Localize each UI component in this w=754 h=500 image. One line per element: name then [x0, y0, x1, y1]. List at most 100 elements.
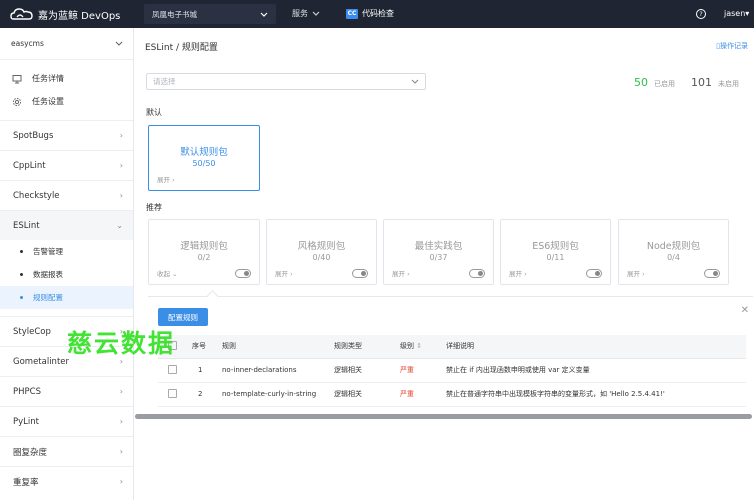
pack-count: 0/4	[667, 253, 680, 262]
chevron-down-icon	[260, 12, 268, 17]
enabled-stat: 50 已启用	[634, 76, 675, 89]
collapse-link[interactable]: 收起 ⌄	[157, 268, 178, 278]
recommend-section-title: 推荐	[146, 203, 162, 212]
table-header-row: 序号 规则 规则类型 级别 ⇕ 详细说明	[158, 335, 746, 359]
sidebar-group-spotbugs[interactable]: SpotBugs ›	[0, 120, 133, 150]
pack-count: 50/50	[192, 159, 216, 168]
sidebar-project-select[interactable]: easycms	[0, 28, 133, 60]
table-row: 1 no-inner-declarations 逻辑相关 严重 禁止在 if 内…	[158, 358, 746, 383]
rule-detail-panel: 配置规则 ✕ 序号 规则 规则类型 级别 ⇕ 详细说明 1 no-inner-d…	[148, 290, 753, 410]
gear-icon	[12, 97, 22, 107]
expand-label: 展开	[275, 270, 291, 278]
expand-link[interactable]: 展开 ›	[509, 268, 527, 278]
pack-toggle[interactable]	[586, 269, 602, 278]
rule-pack-card-logic[interactable]: 逻辑规则包 0/2 收起 ⌄	[148, 219, 260, 285]
expand-link[interactable]: 展开 ›	[392, 268, 410, 278]
sidebar: easycms 任务详情 任务设置 SpotBugs › CppLint › Che…	[0, 28, 134, 500]
bullet-icon	[20, 250, 23, 253]
scrollbar-thumb[interactable]	[135, 414, 752, 419]
sidebar-group-checkstyle[interactable]: Checkstyle ›	[0, 180, 133, 210]
pack-count: 0/37	[429, 253, 448, 262]
row-checkbox-cell	[158, 358, 192, 383]
sidebar-item-task-detail[interactable]: 任务详情	[0, 67, 133, 90]
rule-pack-card-es6[interactable]: ES6规则包 0/11 展开 ›	[500, 219, 611, 285]
project-name: 凤凰电子书城	[152, 9, 197, 19]
horizontal-scrollbar[interactable]	[135, 414, 752, 419]
sidebar-group-cpplint[interactable]: CppLint ›	[0, 150, 133, 180]
pack-toggle[interactable]	[704, 269, 720, 278]
cell-description: 禁止在普通字符串中出现模板字符串的变量形式，如 'Hello 2.5.4.41!…	[446, 382, 746, 407]
sidebar-item-label: 规则配置	[33, 293, 63, 302]
row-checkbox[interactable]	[168, 364, 177, 374]
sidebar-item-label: 数据报表	[33, 270, 63, 279]
cell-rule: no-inner-declarations	[222, 358, 334, 383]
group-label: CppLint	[13, 160, 46, 171]
group-label: 重复率	[13, 477, 39, 488]
chevron-right-icon: ›	[642, 270, 645, 278]
pack-name: ES6规则包	[532, 241, 579, 252]
default-section-title: 默认	[146, 108, 162, 117]
group-label: Gometalinter	[13, 356, 70, 367]
col-level[interactable]: 级别 ⇕	[400, 335, 446, 359]
chevron-right-icon: ›	[119, 161, 123, 170]
chevron-down-icon	[411, 79, 419, 84]
sidebar-item-label: 任务设置	[32, 97, 64, 106]
sort-icon: ⇕	[416, 342, 423, 351]
collapse-label: 收起	[157, 270, 170, 278]
sidebar-group-phpcs[interactable]: PHPCS ›	[0, 376, 133, 406]
group-label: Checkstyle	[13, 190, 60, 201]
chevron-right-icon: ›	[119, 417, 123, 426]
expand-link[interactable]: 展开 ›	[627, 268, 645, 278]
chevron-down-icon	[312, 11, 320, 16]
sidebar-item-label: 告警管理	[33, 247, 63, 256]
group-label: PHPCS	[13, 386, 41, 397]
sidebar-group-pylint[interactable]: PyLint ›	[0, 406, 133, 436]
cell-rule-type: 逻辑相关	[334, 382, 400, 407]
service-label: 服务	[292, 9, 308, 18]
expand-link[interactable]: 展开 ›	[275, 268, 293, 278]
pack-count: 0/11	[546, 253, 565, 262]
sidebar-item-task-settings[interactable]: 任务设置	[0, 90, 133, 113]
sidebar-group-duplication[interactable]: 重复率 ›	[0, 466, 133, 496]
rule-pack-card-node[interactable]: Node规则包 0/4 展开 ›	[618, 219, 729, 285]
operation-log-link[interactable]: ▯操作记录	[716, 41, 748, 51]
pack-toggle[interactable]	[352, 269, 368, 278]
col-description: 详细说明	[446, 335, 746, 359]
close-icon[interactable]: ✕	[741, 305, 749, 316]
logo[interactable]: 嘉为蓝鲸 DevOps	[10, 6, 120, 22]
cell-rule: no-template-curly-in-string	[222, 382, 334, 407]
help-icon[interactable]: ?	[696, 9, 706, 19]
chevron-right-icon: ›	[172, 176, 175, 184]
username: jasen	[724, 9, 746, 18]
sidebar-item-alerts[interactable]: 告警管理	[0, 240, 133, 263]
table-row: 2 no-template-curly-in-string 逻辑相关 严重 禁止…	[158, 382, 746, 407]
col-level-label: 级别	[400, 342, 414, 351]
cell-description: 禁止在 if 内出现函数申明或使用 var 定义变量	[446, 358, 746, 383]
chevron-right-icon: ›	[407, 270, 410, 278]
rule-pack-card-style[interactable]: 风格规则包 0/40 展开 ›	[266, 219, 377, 285]
service-menu[interactable]: 服务	[292, 8, 320, 19]
sidebar-item-rule-config[interactable]: 规则配置	[0, 286, 133, 309]
chevron-down-icon	[115, 41, 123, 46]
sidebar-group-complexity[interactable]: 圈复杂度 ›	[0, 436, 133, 466]
pack-count: 0/2	[197, 253, 211, 262]
group-label: 圈复杂度	[13, 447, 48, 458]
pack-name: Node规则包	[646, 241, 701, 252]
watermark: 慈云数据	[67, 329, 176, 358]
group-label: ESLint	[13, 220, 40, 231]
row-checkbox[interactable]	[168, 388, 177, 398]
rules-table: 序号 规则 规则类型 级别 ⇕ 详细说明 1 no-inner-declarat…	[158, 335, 746, 407]
chevron-down-icon: ⌄	[116, 221, 123, 230]
sidebar-item-reports[interactable]: 数据报表	[0, 263, 133, 286]
pack-toggle[interactable]	[235, 269, 251, 278]
user-menu[interactable]: jasen▾	[724, 9, 749, 18]
rule-pack-card-default[interactable]: 默认规则包 50/50 展开 ›	[148, 125, 260, 191]
rule-pack-select[interactable]: 请选择	[146, 73, 426, 90]
pack-toggle[interactable]	[469, 269, 485, 278]
code-check-link[interactable]: CC 代码检查	[346, 8, 394, 19]
rule-pack-card-best-practice[interactable]: 最佳实践包 0/37 展开 ›	[383, 219, 494, 285]
sidebar-group-eslint[interactable]: ESLint ⌄	[0, 210, 133, 240]
expand-link[interactable]: 展开 ›	[157, 174, 175, 184]
enabled-label: 已启用	[654, 80, 675, 88]
project-selector[interactable]: 凤凰电子书城	[144, 4, 276, 24]
